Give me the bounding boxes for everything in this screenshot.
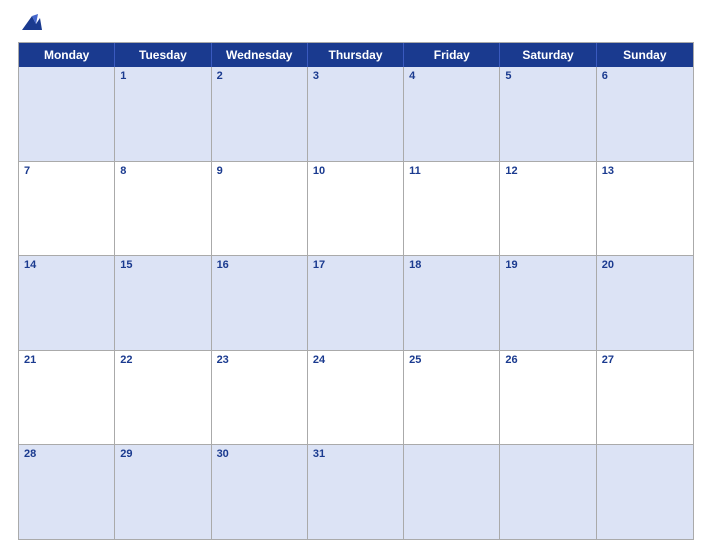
day-cell: 2 bbox=[212, 67, 308, 161]
day-cell: 16 bbox=[212, 256, 308, 350]
week-row-5: 28 29 30 31 bbox=[19, 444, 693, 539]
day-cell: 10 bbox=[308, 162, 404, 256]
day-number: 25 bbox=[409, 354, 421, 366]
page-header bbox=[18, 10, 694, 38]
day-cell: 7 bbox=[19, 162, 115, 256]
day-number: 7 bbox=[24, 165, 30, 177]
day-number: 17 bbox=[313, 259, 325, 271]
day-header-tuesday: Tuesday bbox=[115, 43, 211, 67]
day-number: 11 bbox=[409, 165, 421, 177]
day-cell: 19 bbox=[500, 256, 596, 350]
day-header-friday: Friday bbox=[404, 43, 500, 67]
logo-icon bbox=[18, 10, 46, 38]
day-cell: 22 bbox=[115, 351, 211, 445]
day-number: 29 bbox=[120, 448, 132, 460]
day-cell: 6 bbox=[597, 67, 693, 161]
day-number: 1 bbox=[120, 70, 126, 82]
day-cell: 12 bbox=[500, 162, 596, 256]
day-number: 30 bbox=[217, 448, 229, 460]
week-row-4: 21 22 23 24 25 26 27 bbox=[19, 350, 693, 445]
day-cell: 17 bbox=[308, 256, 404, 350]
day-cell: 30 bbox=[212, 445, 308, 539]
day-number: 9 bbox=[217, 165, 223, 177]
day-cell: 9 bbox=[212, 162, 308, 256]
day-number: 5 bbox=[505, 70, 511, 82]
day-number: 10 bbox=[313, 165, 325, 177]
day-number: 20 bbox=[602, 259, 614, 271]
day-cell: 15 bbox=[115, 256, 211, 350]
day-number: 13 bbox=[602, 165, 614, 177]
day-number: 2 bbox=[217, 70, 223, 82]
day-number: 14 bbox=[24, 259, 36, 271]
day-number: 3 bbox=[313, 70, 319, 82]
day-cell: 24 bbox=[308, 351, 404, 445]
day-cell: 4 bbox=[404, 67, 500, 161]
day-number: 18 bbox=[409, 259, 421, 271]
day-number: 19 bbox=[505, 259, 517, 271]
day-cell: 14 bbox=[19, 256, 115, 350]
day-header-thursday: Thursday bbox=[308, 43, 404, 67]
day-cell: 26 bbox=[500, 351, 596, 445]
calendar-page: MondayTuesdayWednesdayThursdayFridaySatu… bbox=[0, 0, 712, 550]
day-cell: 29 bbox=[115, 445, 211, 539]
day-number: 6 bbox=[602, 70, 608, 82]
day-cell: 31 bbox=[308, 445, 404, 539]
week-row-2: 7 8 9 10 11 12 13 bbox=[19, 161, 693, 256]
day-number: 4 bbox=[409, 70, 415, 82]
day-cell: 13 bbox=[597, 162, 693, 256]
day-cell bbox=[597, 445, 693, 539]
day-header-saturday: Saturday bbox=[500, 43, 596, 67]
day-cell: 1 bbox=[115, 67, 211, 161]
week-row-1: 1 2 3 4 5 6 bbox=[19, 67, 693, 161]
calendar-grid: MondayTuesdayWednesdayThursdayFridaySatu… bbox=[18, 42, 694, 540]
day-cell: 11 bbox=[404, 162, 500, 256]
weeks-container: 1234567891011121314151617181920212223242… bbox=[19, 67, 693, 539]
day-cell: 21 bbox=[19, 351, 115, 445]
day-header-monday: Monday bbox=[19, 43, 115, 67]
day-number: 16 bbox=[217, 259, 229, 271]
day-number: 22 bbox=[120, 354, 132, 366]
day-cell: 18 bbox=[404, 256, 500, 350]
day-cell: 27 bbox=[597, 351, 693, 445]
day-number: 24 bbox=[313, 354, 325, 366]
logo bbox=[18, 10, 50, 38]
day-cell: 20 bbox=[597, 256, 693, 350]
day-cell bbox=[19, 67, 115, 161]
day-number: 31 bbox=[313, 448, 325, 460]
day-cell: 5 bbox=[500, 67, 596, 161]
day-cell: 3 bbox=[308, 67, 404, 161]
day-cell: 25 bbox=[404, 351, 500, 445]
week-row-3: 14 15 16 17 18 19 20 bbox=[19, 255, 693, 350]
day-cell: 28 bbox=[19, 445, 115, 539]
day-header-wednesday: Wednesday bbox=[212, 43, 308, 67]
day-number: 28 bbox=[24, 448, 36, 460]
day-number: 15 bbox=[120, 259, 132, 271]
day-number: 23 bbox=[217, 354, 229, 366]
day-cell bbox=[404, 445, 500, 539]
day-number: 27 bbox=[602, 354, 614, 366]
day-number: 21 bbox=[24, 354, 36, 366]
day-number: 8 bbox=[120, 165, 126, 177]
day-headers-row: MondayTuesdayWednesdayThursdayFridaySatu… bbox=[19, 43, 693, 67]
day-number: 12 bbox=[505, 165, 517, 177]
day-cell: 23 bbox=[212, 351, 308, 445]
day-cell: 8 bbox=[115, 162, 211, 256]
day-number: 26 bbox=[505, 354, 517, 366]
day-header-sunday: Sunday bbox=[597, 43, 693, 67]
day-cell bbox=[500, 445, 596, 539]
